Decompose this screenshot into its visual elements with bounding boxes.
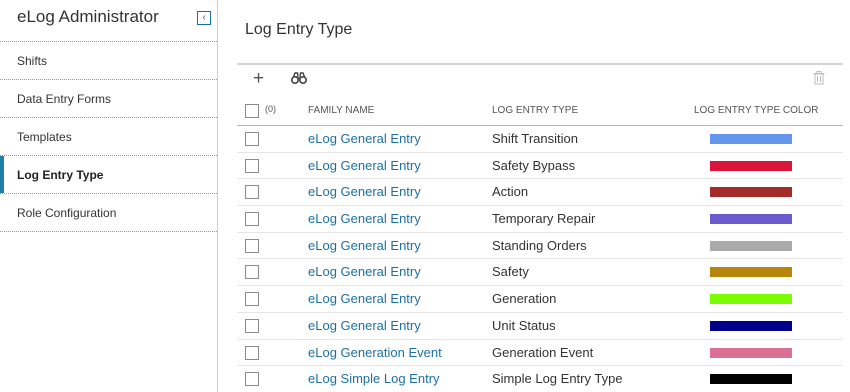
color-swatch [710, 187, 792, 198]
family-name-link[interactable]: eLog General Entry [308, 318, 421, 333]
sidebar-header: eLog Administrator ‹ [0, 0, 217, 42]
selected-count: (0) [265, 104, 276, 114]
column-header-log-entry-type[interactable]: LOG ENTRY TYPE [492, 105, 578, 116]
chevron-left-icon[interactable]: ‹ [197, 11, 211, 25]
select-all-checkbox[interactable] [245, 104, 259, 118]
log-entry-type-cell: Generation Event [492, 344, 594, 360]
table-row[interactable]: eLog Generation Event Generation Event [237, 340, 843, 367]
table-row[interactable]: eLog General Entry Temporary Repair [237, 206, 843, 233]
plus-icon[interactable]: + [253, 68, 264, 90]
sidebar-item-label: Shifts [17, 54, 48, 68]
row-checkbox[interactable] [245, 158, 259, 173]
family-name-link[interactable]: eLog General Entry [308, 131, 421, 146]
column-header-family-name[interactable]: FAMILY NAME [308, 105, 374, 116]
family-name-link[interactable]: eLog General Entry [308, 158, 421, 173]
sidebar-item-label: Role Configuration [17, 206, 117, 220]
row-checkbox[interactable] [245, 132, 259, 146]
row-checkbox[interactable] [245, 318, 259, 333]
sidebar-item-label: Data Entry Forms [17, 92, 112, 106]
log-entry-type-cell: Safety Bypass [492, 157, 576, 173]
color-swatch [710, 374, 792, 385]
log-entry-type-cell: Action [492, 184, 529, 200]
row-checkbox[interactable] [245, 185, 259, 200]
row-checkbox[interactable] [245, 212, 259, 227]
sidebar-title: eLog Administrator [17, 7, 159, 26]
family-name-link[interactable]: eLog General Entry [308, 184, 421, 199]
table-row[interactable]: eLog General Entry Generation [237, 286, 843, 313]
log-entry-type-cell: Temporary Repair [492, 211, 596, 227]
table-row[interactable]: eLog General Entry Shift Transition [237, 126, 843, 153]
log-entry-type-cell: Shift Transition [492, 131, 578, 146]
column-header-log-entry-type-color[interactable]: LOG ENTRY TYPE COLOR [694, 105, 818, 116]
row-checkbox[interactable] [245, 372, 259, 387]
trash-icon[interactable] [813, 71, 825, 90]
family-name-link[interactable]: eLog General Entry [308, 264, 421, 279]
log-entry-type-cell: Simple Log Entry Type [492, 371, 623, 387]
family-name-link[interactable]: eLog General Entry [308, 211, 421, 226]
table-row[interactable]: eLog General Entry Unit Status [237, 313, 843, 340]
log-entry-type-cell: Safety [492, 264, 529, 280]
table-row[interactable]: eLog General Entry Safety [237, 259, 843, 287]
sidebar-item-label: Log Entry Type [17, 168, 104, 182]
color-swatch [710, 347, 792, 358]
sidebar: eLog Administrator ‹ Shifts Data Entry F… [0, 0, 218, 392]
color-swatch [710, 214, 792, 225]
log-entry-type-grid: (0) FAMILY NAME LOG ENTRY TYPE LOG ENTRY… [237, 96, 843, 392]
row-checkbox[interactable] [245, 345, 259, 360]
grid-body: eLog General Entry Shift Transition eLog G… [237, 126, 843, 392]
log-entry-type-cell: Generation [492, 291, 557, 307]
sidebar-item-log-entry-type[interactable]: Log Entry Type [0, 156, 217, 194]
sidebar-item-shifts[interactable]: Shifts [0, 42, 217, 80]
row-checkbox[interactable] [245, 238, 259, 253]
color-swatch [710, 160, 792, 171]
table-row[interactable]: eLog General Entry Standing Orders [237, 233, 843, 260]
sidebar-item-data-entry-forms[interactable]: Data Entry Forms [0, 80, 217, 118]
color-swatch [710, 320, 792, 331]
family-name-link[interactable]: eLog Generation Event [308, 345, 442, 360]
color-swatch [710, 294, 792, 305]
color-swatch [710, 134, 792, 144]
row-checkbox[interactable] [245, 292, 259, 307]
table-row[interactable]: eLog General Entry Action [237, 179, 843, 207]
color-swatch [710, 267, 792, 278]
log-entry-type-cell: Standing Orders [492, 237, 587, 253]
grid-header: (0) FAMILY NAME LOG ENTRY TYPE LOG ENTRY… [237, 96, 843, 126]
grid-toolbar: + [237, 63, 843, 93]
family-name-link[interactable]: eLog General Entry [308, 291, 421, 306]
page-title: Log Entry Type [245, 21, 353, 38]
table-row[interactable]: eLog Simple Log Entry Simple Log Entry Ty… [237, 366, 843, 392]
sidebar-item-templates[interactable]: Templates [0, 118, 217, 156]
table-row[interactable]: eLog General Entry Safety Bypass [237, 153, 843, 180]
sidebar-item-role-configuration[interactable]: Role Configuration [0, 194, 217, 232]
sidebar-item-label: Templates [17, 130, 72, 144]
row-checkbox[interactable] [245, 265, 259, 280]
log-entry-type-cell: Unit Status [492, 317, 556, 333]
main-panel: Log Entry Type + (0) FAMILY NAME LOG ENT… [218, 0, 850, 392]
family-name-link[interactable]: eLog Simple Log Entry [308, 371, 440, 386]
color-swatch [710, 240, 792, 251]
binoculars-icon[interactable] [290, 71, 308, 89]
family-name-link[interactable]: eLog General Entry [308, 238, 421, 253]
